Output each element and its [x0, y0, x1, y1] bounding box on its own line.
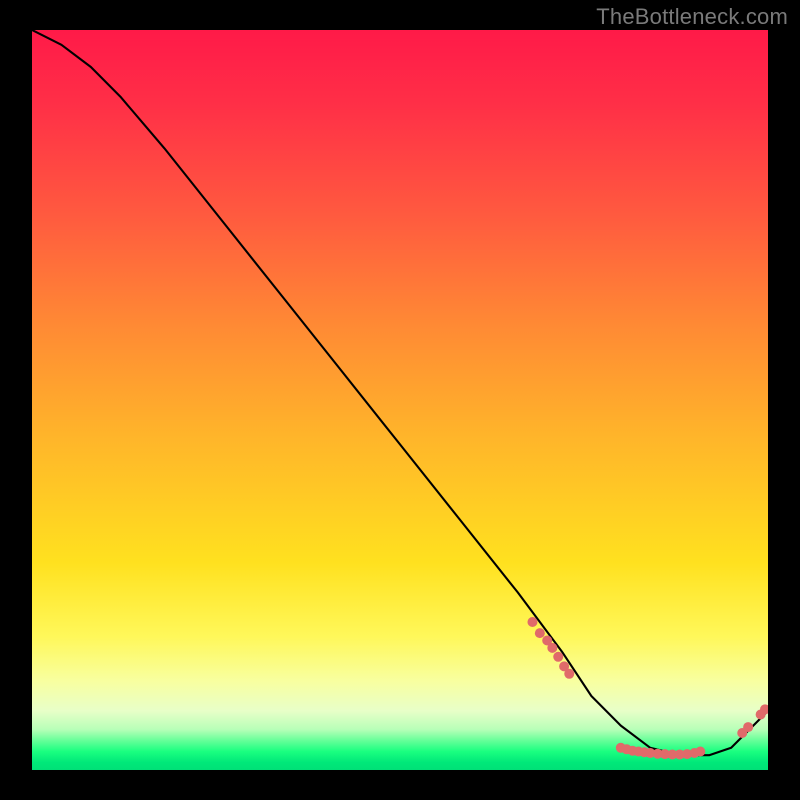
plot-area — [32, 30, 768, 770]
marker-dot — [743, 722, 753, 732]
chart-svg — [32, 30, 768, 770]
marker-dot — [527, 617, 537, 627]
bottleneck-curve — [32, 30, 768, 755]
marker-dot — [547, 643, 557, 653]
marker-dot — [695, 747, 705, 757]
chart-frame: TheBottleneck.com — [0, 0, 800, 800]
scatter-markers — [527, 617, 768, 759]
marker-dot — [564, 669, 574, 679]
marker-dot — [553, 652, 563, 662]
watermark-text: TheBottleneck.com — [596, 4, 788, 30]
marker-dot — [535, 628, 545, 638]
